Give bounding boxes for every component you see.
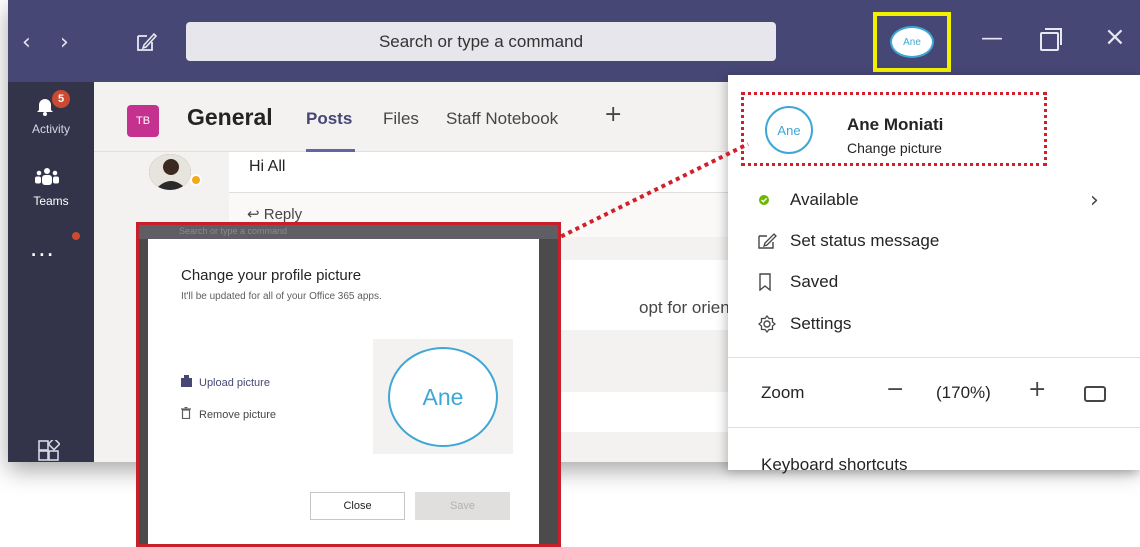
forward-button[interactable]: › bbox=[60, 30, 69, 55]
channel-title: General bbox=[187, 104, 273, 130]
change-picture-link[interactable]: Change picture bbox=[847, 140, 942, 156]
save-button[interactable]: Save bbox=[415, 492, 510, 520]
tab-staff-notebook[interactable]: Staff Notebook bbox=[446, 109, 558, 129]
add-tab-button[interactable]: + bbox=[604, 102, 622, 127]
close-button[interactable]: Close bbox=[310, 492, 405, 520]
zoom-label: Zoom bbox=[761, 383, 805, 402]
profile-avatar[interactable]: Ane bbox=[765, 106, 813, 154]
dialog-subtitle: It'll be updated for all of your Office … bbox=[181, 291, 382, 302]
profile-name: Ane Moniati bbox=[847, 115, 944, 134]
upload-label: Upload picture bbox=[199, 376, 270, 389]
zoom-value: (170%) bbox=[936, 383, 991, 402]
new-chat-icon[interactable] bbox=[136, 32, 158, 52]
status-dot-icon bbox=[758, 189, 784, 211]
avatar-highlight-box: Ane bbox=[873, 12, 951, 72]
trash-icon bbox=[181, 406, 199, 422]
close-window-button[interactable]: × bbox=[1104, 22, 1126, 52]
away-status-icon bbox=[190, 174, 202, 186]
apps-icon[interactable] bbox=[38, 440, 60, 462]
minimize-button[interactable]: — bbox=[981, 26, 1003, 51]
profile-menu: Ane Ane Moniati Change picture Available… bbox=[728, 75, 1140, 474]
chevron-right-icon[interactable]: › bbox=[1090, 188, 1099, 213]
remove-label: Remove picture bbox=[199, 408, 277, 421]
restore-button[interactable] bbox=[1040, 28, 1062, 51]
remove-picture-button[interactable]: Remove picture bbox=[181, 406, 277, 422]
menu-item-label: Saved bbox=[790, 272, 839, 291]
teams-icon[interactable] bbox=[35, 168, 59, 186]
notification-dot bbox=[72, 232, 80, 240]
fullscreen-icon[interactable] bbox=[1084, 386, 1106, 402]
team-avatar: TB bbox=[127, 105, 159, 137]
author-avatar bbox=[149, 154, 191, 190]
gear-icon bbox=[758, 313, 784, 335]
dialog-title: Change your profile picture bbox=[181, 267, 362, 284]
reply-label: Reply bbox=[263, 206, 303, 223]
search-placeholder: Search or type a command bbox=[378, 31, 584, 51]
edit-status-icon bbox=[758, 230, 784, 252]
picture-preview: Ane bbox=[373, 339, 513, 454]
app-rail: 5 Activity Teams ... bbox=[8, 82, 94, 462]
activity-badge: 5 bbox=[52, 90, 70, 108]
zoom-in-button[interactable]: + bbox=[1028, 377, 1046, 402]
more-apps-icon[interactable]: ... bbox=[30, 234, 55, 260]
rail-teams-label[interactable]: Teams bbox=[8, 194, 94, 208]
menu-item-label: Available bbox=[790, 190, 859, 209]
backdrop-search-text: Search or type a command bbox=[179, 226, 288, 236]
title-bar: ‹ › Search or type a command Ane — × bbox=[8, 0, 1140, 82]
back-button[interactable]: ‹ bbox=[22, 30, 31, 55]
menu-item-settings[interactable]: Settings bbox=[758, 313, 851, 335]
tab-files[interactable]: Files bbox=[383, 109, 419, 129]
menu-divider bbox=[728, 427, 1140, 428]
upload-picture-button[interactable]: Upload picture bbox=[181, 375, 270, 390]
change-picture-dialog: Change your profile picture It'll be upd… bbox=[148, 239, 539, 544]
menu-item-keyboard-shortcuts[interactable]: Keyboard shortcuts bbox=[761, 455, 907, 475]
upload-icon bbox=[181, 375, 199, 390]
reply-button[interactable]: ↩ Reply bbox=[247, 205, 302, 223]
dialog-backdrop-strip: Search or type a command bbox=[139, 225, 558, 239]
rail-activity-label[interactable]: Activity bbox=[8, 122, 94, 136]
menu-divider bbox=[728, 357, 1140, 358]
menu-item-set-status[interactable]: Set status message bbox=[758, 230, 939, 252]
menu-item-saved[interactable]: Saved bbox=[758, 271, 838, 293]
menu-item-available[interactable]: Available bbox=[758, 189, 859, 211]
avatar-button[interactable]: Ane bbox=[890, 26, 934, 58]
preview-avatar: Ane bbox=[388, 347, 498, 447]
callout-connector bbox=[553, 142, 749, 242]
search-input[interactable]: Search or type a command bbox=[186, 22, 776, 61]
reply-icon: ↩ bbox=[247, 206, 260, 223]
profile-highlight-box: Ane Ane Moniati Change picture bbox=[741, 92, 1047, 166]
bookmark-icon bbox=[758, 271, 784, 293]
menu-item-label: Settings bbox=[790, 314, 852, 333]
zoom-out-button[interactable]: − bbox=[886, 377, 904, 402]
post-message: Hi All bbox=[249, 158, 286, 175]
callout-frame: Search or type a command Change your pro… bbox=[136, 222, 561, 547]
menu-item-label: Set status message bbox=[790, 231, 940, 250]
tab-posts[interactable]: Posts bbox=[306, 109, 352, 129]
